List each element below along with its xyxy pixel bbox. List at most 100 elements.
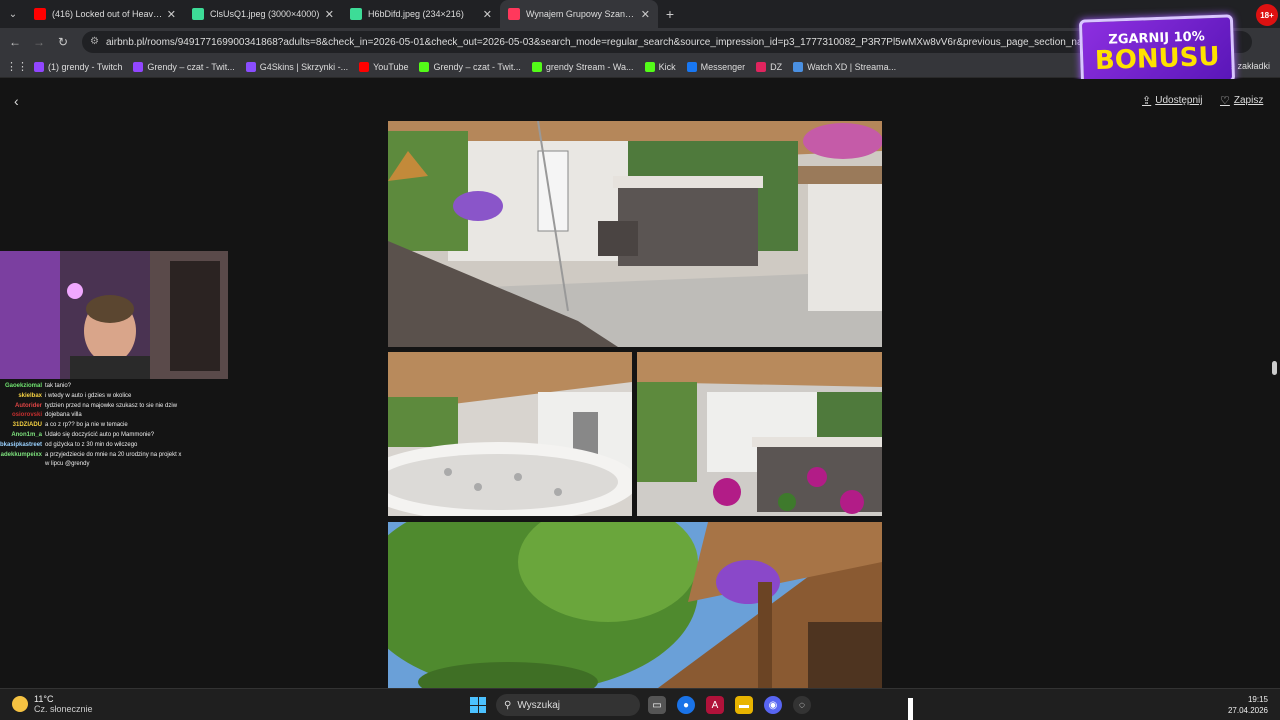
chat-username: Gaoekziomal: [4, 383, 42, 389]
save-label: Zapisz: [1233, 95, 1264, 106]
apps-grid-icon[interactable]: ⋮⋮: [6, 60, 28, 73]
url-text: airbnb.pl/rooms/949177169900341868?adult…: [106, 36, 1163, 48]
stream-chat-overlay: Gaoekziomal tak tanio? skielbax i wtedy w a…: [0, 382, 230, 470]
chat-message: bkasipkastreet od giżycka to z 30 min do …: [0, 441, 230, 451]
listing-photo-1[interactable]: [388, 121, 882, 347]
bookmark-item[interactable]: grendy Stream - Wa...: [531, 61, 634, 72]
bookmark-item[interactable]: Kick: [644, 61, 676, 72]
app-clock-icon[interactable]: ◌: [793, 696, 811, 714]
back-icon[interactable]: ←: [3, 28, 27, 56]
bookmark-item[interactable]: Grendy – czat - Twit...: [419, 61, 521, 72]
back-arrow-icon[interactable]: ‹: [14, 93, 19, 109]
chat-username: adekkumpeixx: [0, 451, 42, 458]
share-button[interactable]: ⇪ Udostępnij: [1142, 94, 1202, 107]
close-icon[interactable]: ✕: [167, 8, 176, 21]
all-bookmarks-label[interactable]: e zakładki: [1230, 61, 1270, 71]
bookmark-item[interactable]: Messenger: [686, 61, 746, 72]
sun-icon: [12, 696, 28, 712]
search-icon: ⚲: [504, 699, 512, 711]
browser-tab[interactable]: (416) Locked out of Heaven - Y ✕: [26, 0, 184, 28]
share-icon: ⇪: [1142, 95, 1152, 107]
taskbar-search-label: Wyszukaj: [517, 699, 561, 711]
bookmark-label: Messenger: [700, 61, 746, 72]
bookmark-favicon-icon: [531, 61, 542, 72]
chat-username: Anon1m_a: [11, 431, 42, 438]
bookmark-label: grendy Stream - Wa...: [545, 61, 634, 72]
scrollbar-thumb[interactable]: [1272, 361, 1277, 375]
weather-desc: Cz. słonecznie: [34, 704, 93, 714]
weather-widget[interactable]: 11°C Cz. słonecznie: [12, 694, 93, 714]
bookmark-favicon-icon: [245, 61, 256, 72]
taskbar-search[interactable]: ⚲ Wyszukaj: [496, 694, 640, 716]
chrome-icon[interactable]: ●: [677, 696, 695, 714]
chat-text: tak tanio?: [45, 383, 72, 389]
tab-title: ClsUsQ1.jpeg (3000×4000): [210, 9, 320, 19]
clock-time: 19:15: [1247, 695, 1268, 704]
tab-favicon-icon: [350, 8, 362, 20]
chat-text: a co z rp?? bo ja nie w temacie: [45, 422, 128, 429]
discord-icon[interactable]: ◉: [764, 696, 782, 714]
bookmark-favicon-icon: [793, 61, 804, 72]
bookmark-favicon-icon: [419, 61, 430, 72]
age-badge: 18+: [1256, 4, 1278, 26]
listing-photo-3[interactable]: [637, 352, 882, 516]
tab-favicon-icon: [508, 8, 520, 20]
chat-text: Udało się doczyścić auto po Mammonie?: [45, 431, 155, 438]
listing-photo-4[interactable]: [388, 522, 882, 688]
tab-title: H6bDifd.jpeg (234×216): [368, 9, 464, 19]
chat-username: bkasipkastreet: [0, 441, 43, 448]
close-icon[interactable]: ✕: [641, 8, 650, 21]
system-clock[interactable]: 19:15 27.04.2026: [1228, 694, 1268, 716]
save-button[interactable]: ♡ Zapisz: [1220, 94, 1263, 107]
bookmark-favicon-icon: [133, 61, 144, 72]
tab-favicon-icon: [192, 8, 204, 20]
chat-text: a przyjedziecie do mnie na 20 urodziny n…: [45, 451, 182, 468]
bookmark-item[interactable]: (1) grendy - Twitch: [34, 61, 122, 72]
bookmark-label: G4Skins | Skrzynki -...: [259, 61, 349, 72]
promo-line2: BONUSU: [1094, 41, 1221, 76]
tab-search-icon[interactable]: ⌄: [0, 0, 26, 28]
share-label: Udostępnij: [1155, 95, 1203, 106]
listing-photo-2[interactable]: [388, 352, 632, 516]
chat-username: 31DZIADU: [12, 422, 42, 429]
app-a-icon[interactable]: A: [706, 696, 724, 714]
site-info-icon[interactable]: ⚙: [90, 36, 99, 47]
chat-text: od giżycka to z 30 min do wilczego: [45, 441, 138, 448]
bookmark-item[interactable]: Watch XD | Streama...: [793, 61, 897, 72]
url-field[interactable]: ⚙ airbnb.pl/rooms/949177169900341868?adu…: [82, 31, 1252, 53]
new-tab-button[interactable]: +: [658, 0, 682, 28]
chat-message: Autorider tydzien przed na majowke szukas…: [0, 402, 230, 412]
folder-icon[interactable]: ▬: [735, 696, 753, 714]
close-icon[interactable]: ✕: [483, 8, 492, 21]
text-cursor: [908, 698, 913, 720]
chat-username: Autorider: [15, 402, 42, 409]
bookmark-label: Watch XD | Streama...: [807, 61, 897, 72]
chat-message: Anon1m_a Udało się doczyścić auto po Mamm…: [0, 431, 230, 441]
bookmark-item[interactable]: G4Skins | Skrzynki -...: [245, 61, 349, 72]
windows-icon[interactable]: [470, 697, 486, 713]
tab-title: Wynajem Grupowy Szansa Villa: [526, 9, 637, 19]
bookmark-label: Kick: [658, 61, 676, 72]
browser-tab[interactable]: H6bDifd.jpeg (234×216) ✕: [342, 0, 500, 28]
bookmark-item[interactable]: YouTube: [359, 61, 408, 72]
close-icon[interactable]: ✕: [325, 8, 334, 21]
chat-text: dojebana villa: [45, 412, 82, 419]
bookmark-favicon-icon: [34, 61, 44, 72]
task-view-icon[interactable]: ▭: [648, 696, 666, 714]
browser-tab[interactable]: Wynajem Grupowy Szansa Villa ✕: [500, 0, 658, 28]
bookmark-item[interactable]: DZ: [756, 61, 782, 72]
page-scrollbar[interactable]: [1270, 121, 1278, 688]
bookmark-item[interactable]: Grendy – czat - Twit...: [133, 61, 235, 72]
bookmark-label: Grendy – czat - Twit...: [147, 61, 235, 72]
promo-banner[interactable]: ZGARNIJ 10% BONUSU: [1078, 14, 1236, 88]
browser-tab[interactable]: ClsUsQ1.jpeg (3000×4000) ✕: [184, 0, 342, 28]
bookmark-favicon-icon: [644, 61, 655, 72]
heart-icon: ♡: [1220, 95, 1230, 107]
forward-icon[interactable]: →: [27, 28, 51, 56]
chat-message: adekkumpeixx a przyjedziecie do mnie na 2…: [0, 451, 230, 471]
reload-icon[interactable]: ↻: [51, 28, 75, 56]
chat-message: Gaoekziomal tak tanio?: [0, 382, 230, 392]
chat-username: skielbax: [18, 392, 42, 399]
bookmark-label: Grendy – czat - Twit...: [433, 61, 521, 72]
tab-title: (416) Locked out of Heaven - Y: [52, 9, 163, 19]
